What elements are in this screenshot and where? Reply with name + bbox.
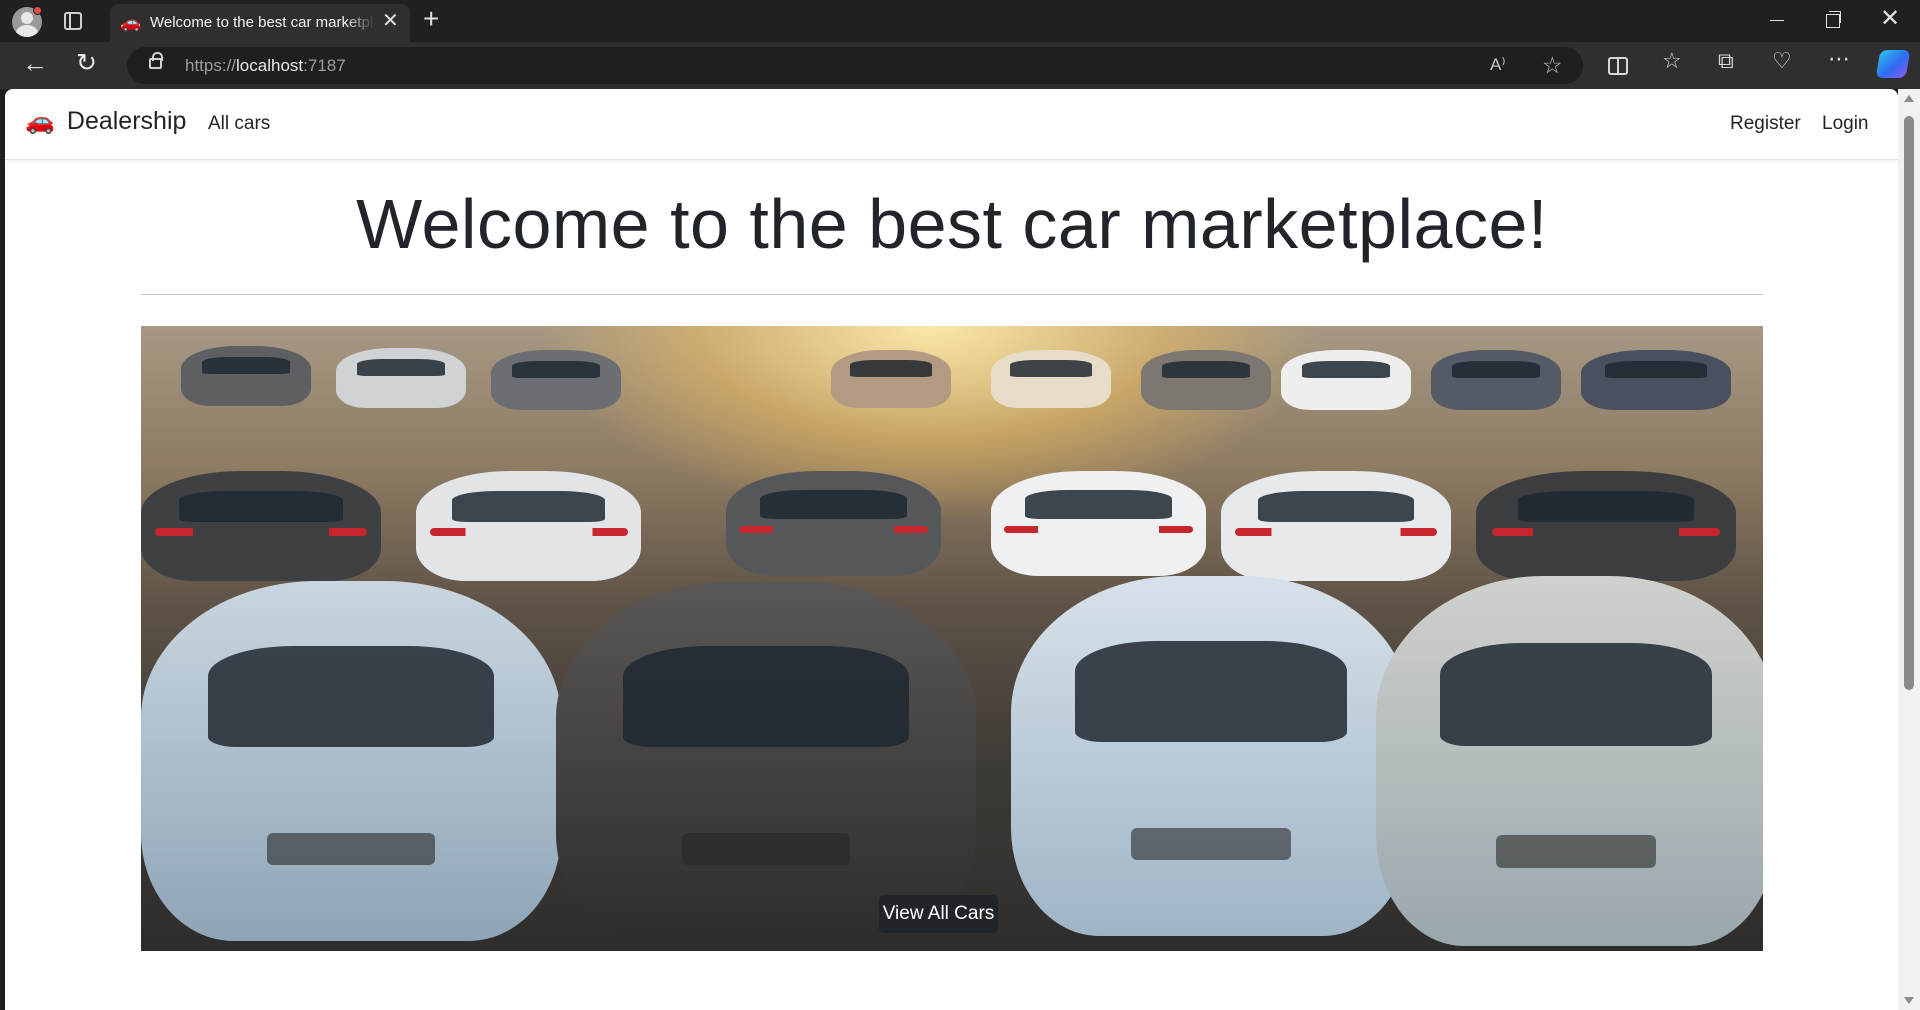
url-text[interactable]: https://localhost:7187 — [185, 56, 346, 76]
url-scheme: https:// — [185, 56, 237, 75]
car-shape — [726, 471, 941, 576]
favorites-icon[interactable]: ☆ — [1662, 50, 1682, 72]
car-shape — [1221, 471, 1451, 581]
page-title: Welcome to the best car marketplace! — [356, 185, 1548, 263]
url-port: :7187 — [303, 56, 346, 75]
view-all-cars-button[interactable]: View All Cars — [879, 895, 998, 933]
car-shape — [1281, 350, 1411, 410]
back-icon[interactable]: ← — [22, 50, 48, 76]
car-shape — [416, 471, 641, 581]
browser-essentials-icon[interactable]: ♡ — [1772, 50, 1792, 72]
car-shape — [141, 581, 561, 941]
car-shape — [491, 350, 621, 410]
car-shape — [336, 348, 466, 408]
copilot-icon[interactable] — [1875, 50, 1911, 78]
maximize-icon[interactable] — [1826, 11, 1841, 28]
brand-name: Dealership — [66, 107, 187, 135]
reload-icon[interactable]: ↻ — [76, 51, 97, 76]
window-close-icon[interactable]: ✕ — [1880, 7, 1900, 31]
nav-link-register[interactable]: Register — [1730, 113, 1801, 135]
car-shape — [556, 581, 976, 941]
tab-actions-icon[interactable] — [64, 12, 82, 30]
split-screen-icon[interactable] — [1608, 57, 1628, 75]
scroll-up-arrow-icon[interactable] — [1904, 95, 1914, 102]
nav-link-login[interactable]: Login — [1822, 113, 1869, 135]
browser-tab-strip: 🚗 Welcome to the best car marketplace! ✕… — [0, 0, 1920, 42]
car-shape — [1431, 350, 1561, 410]
car-shape — [1476, 471, 1736, 581]
browser-tab[interactable]: 🚗 Welcome to the best car marketplace! ✕ — [110, 4, 410, 42]
car-shape — [1011, 576, 1411, 936]
page-viewport: 🚗 Dealership All cars Register Login Wel… — [5, 89, 1898, 1010]
car-shape — [1141, 350, 1271, 410]
url-host: localhost — [236, 56, 304, 75]
collections-icon[interactable]: ⧉ — [1718, 50, 1734, 72]
new-tab-icon[interactable]: + — [423, 5, 439, 33]
minimize-icon[interactable] — [1770, 20, 1784, 21]
tab-title: Welcome to the best car marketplace! — [150, 14, 375, 31]
car-favicon-icon: 🚗 — [120, 13, 142, 32]
scrollbar-thumb[interactable] — [1904, 116, 1914, 690]
car-shape — [831, 350, 951, 408]
more-icon[interactable]: ⋯ — [1828, 48, 1850, 70]
browser-toolbar: ← ↻ https://localhost:7187 A⁾ ☆ ☆ ⧉ ♡ ⋯ — [0, 42, 1920, 89]
address-bar[interactable]: https://localhost:7187 A⁾ ☆ — [127, 47, 1583, 84]
close-icon[interactable]: ✕ — [382, 11, 399, 31]
read-aloud-icon[interactable]: A⁾ — [1490, 55, 1506, 75]
lock-icon[interactable] — [149, 52, 163, 69]
car-shape — [1376, 576, 1763, 946]
car-shape — [991, 350, 1111, 408]
car-shape — [1581, 350, 1731, 410]
hero-image-parked-cars: View All Cars — [141, 326, 1763, 951]
favorite-star-icon[interactable]: ☆ — [1542, 52, 1563, 79]
car-shape — [991, 471, 1206, 576]
car-icon: 🚗 — [25, 108, 55, 135]
page-scrollbar[interactable] — [1898, 89, 1920, 1010]
scroll-down-arrow-icon[interactable] — [1904, 997, 1914, 1004]
nav-link-all-cars[interactable]: All cars — [208, 113, 270, 135]
car-shape — [141, 471, 381, 581]
profile-notification-dot — [33, 6, 42, 15]
brand-link[interactable]: 🚗 Dealership — [25, 107, 186, 136]
divider — [141, 294, 1763, 295]
navbar: 🚗 Dealership All cars Register Login — [5, 89, 1898, 160]
car-shape — [181, 346, 311, 406]
